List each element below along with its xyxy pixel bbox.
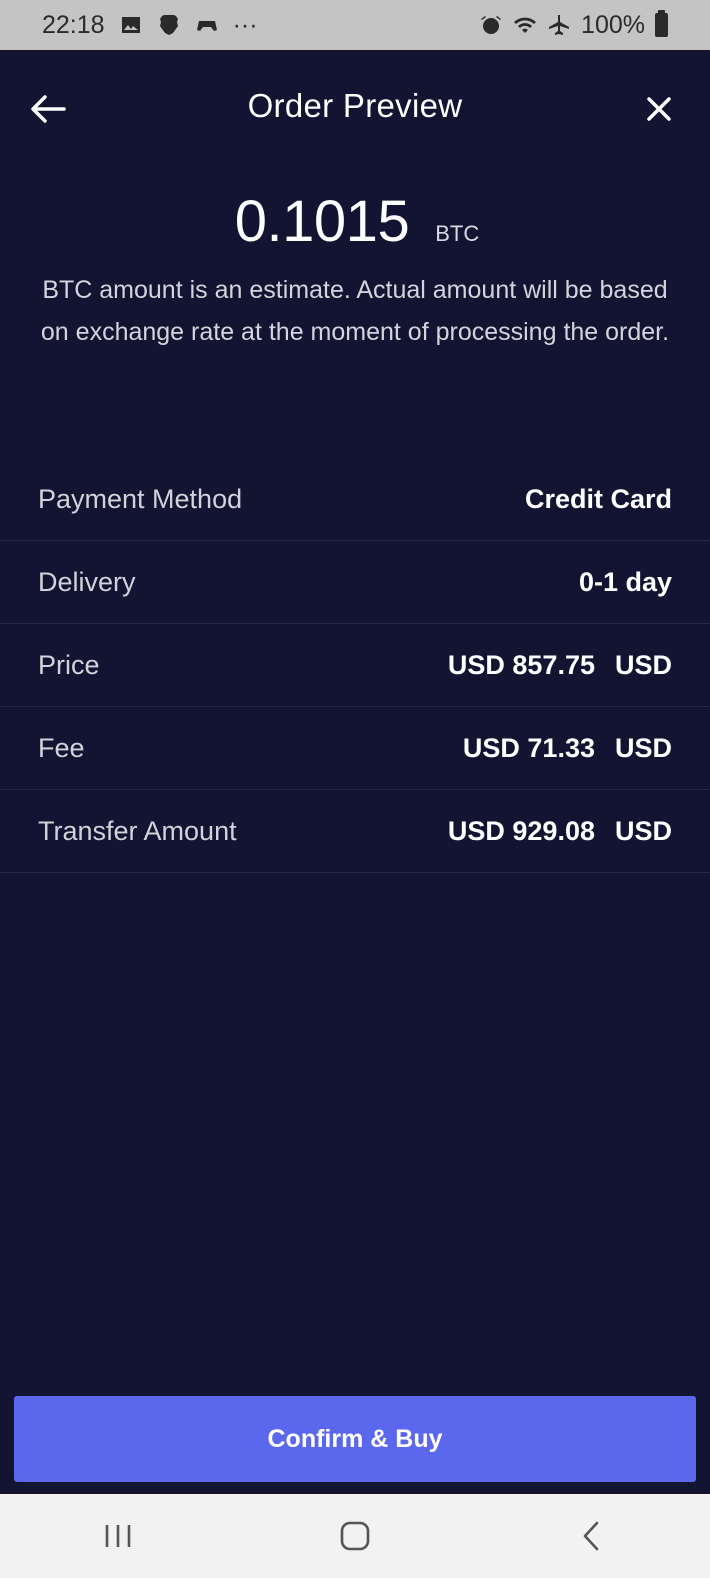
- nav-recents-button[interactable]: [88, 1506, 148, 1566]
- detail-value-currency: USD: [614, 732, 672, 763]
- detail-value: USD 929.08 USD: [448, 816, 672, 847]
- amount-block: 0.1015 BTC BTC amount is an estimate. Ac…: [0, 188, 710, 353]
- detail-value-text: 0-1 day: [578, 566, 672, 597]
- system-nav-bar: [0, 1494, 710, 1578]
- detail-row-delivery: Delivery 0-1 day: [0, 541, 710, 624]
- detail-value: 0-1 day: [579, 567, 672, 598]
- amount-note: BTC amount is an estimate. Actual amount…: [40, 276, 670, 346]
- battery-icon: [655, 10, 668, 37]
- detail-row-price: Price USD 857.75 USD: [0, 624, 710, 707]
- detail-value-text: USD 71.33: [462, 732, 595, 763]
- detail-label: Transfer Amount: [38, 815, 237, 846]
- status-bar: 22:18 ··· 100%: [0, 0, 710, 50]
- detail-value-currency: USD: [614, 649, 672, 680]
- detail-value-text: USD 929.08: [447, 815, 595, 846]
- amount-value: 0.1015: [234, 189, 410, 254]
- alarm-icon: [479, 13, 503, 37]
- status-left: 22:18 ···: [42, 11, 258, 40]
- detail-value: USD 857.75 USD: [448, 650, 672, 681]
- status-more: ···: [232, 10, 258, 39]
- close-icon: [647, 97, 671, 121]
- detail-label: Fee: [38, 732, 85, 763]
- detail-label: Price: [38, 649, 100, 680]
- page-title: Order Preview: [247, 87, 463, 124]
- wifi-icon: [513, 13, 537, 37]
- detail-label: Delivery: [38, 566, 136, 597]
- amount-unit: BTC: [435, 221, 480, 246]
- detail-label: Payment Method: [38, 483, 243, 514]
- detail-value: Credit Card: [525, 484, 672, 515]
- confirm-buy-button[interactable]: Confirm & Buy: [14, 1396, 696, 1482]
- close-button[interactable]: [640, 90, 678, 128]
- detail-row-transfer-amount: Transfer Amount USD 929.08 USD: [0, 790, 710, 873]
- arrow-left-icon: [31, 95, 66, 123]
- gallery-icon: [119, 13, 143, 37]
- chevron-left-icon: [583, 1521, 598, 1551]
- detail-value-currency: USD: [614, 815, 672, 846]
- detail-row-fee: Fee USD 71.33 USD: [0, 707, 710, 790]
- amount-row: 0.1015 BTC: [4, 188, 710, 255]
- header: Order Preview: [0, 50, 710, 168]
- order-details: Payment Method Credit Card Delivery 0-1 …: [0, 458, 710, 873]
- detail-value: USD 71.33 USD: [463, 733, 672, 764]
- recents-icon: [106, 1525, 131, 1547]
- status-right: 100%: [479, 10, 668, 40]
- battery-percent: 100%: [581, 10, 645, 39]
- detail-row-payment-method: Payment Method Credit Card: [0, 458, 710, 541]
- brave-lion-icon: [157, 13, 181, 37]
- status-time: 22:18: [42, 10, 105, 39]
- back-button[interactable]: [26, 88, 68, 130]
- detail-value-text: USD 857.75: [447, 649, 595, 680]
- nav-home-button[interactable]: [325, 1506, 385, 1566]
- nav-back-button[interactable]: [562, 1506, 622, 1566]
- airplane-mode-icon: [547, 13, 571, 37]
- detail-value-text: Credit Card: [524, 483, 672, 514]
- game-icon: [195, 13, 219, 37]
- home-icon: [340, 1521, 370, 1551]
